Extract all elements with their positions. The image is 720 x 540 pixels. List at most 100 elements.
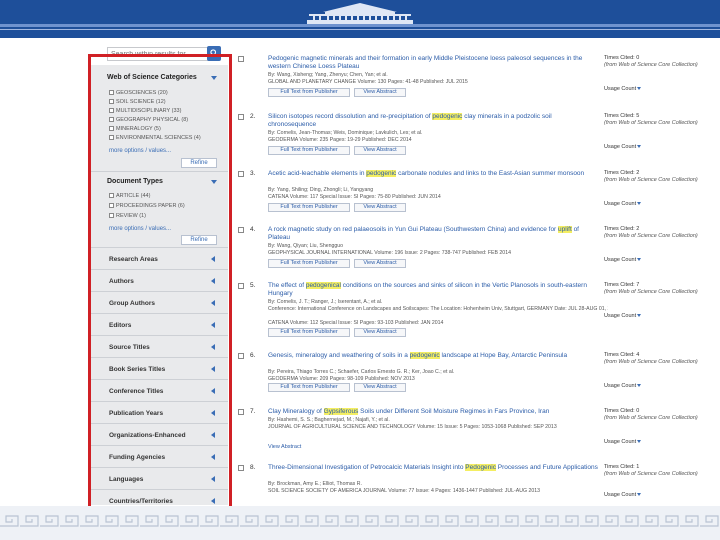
chevron-down-icon: [637, 258, 642, 261]
facet-heading-categories[interactable]: Web of Science Categories: [107, 74, 197, 81]
full-text-button[interactable]: Full Text from Publisher: [268, 203, 350, 212]
full-text-button[interactable]: Full Text from Publisher: [268, 88, 350, 97]
result-title[interactable]: Acetic acid-leachable elements in pedoge…: [268, 170, 598, 178]
result-byline: By: Pereira, Thiago Torres C.; Schaefer,…: [268, 369, 455, 375]
search-icon: [210, 49, 218, 57]
result-checkbox[interactable]: [238, 56, 244, 62]
result-title[interactable]: Genesis, mineralogy and weathering of so…: [268, 352, 598, 360]
refine-button[interactable]: Refine: [181, 235, 217, 245]
facet-editors[interactable]: Editors: [89, 313, 228, 335]
result-title[interactable]: A rock magnetic study on red palaeosoils…: [268, 226, 598, 242]
usage-count[interactable]: Usage Count: [604, 313, 642, 319]
times-cited[interactable]: Times Cited: 4 (from Web of Science Core …: [604, 352, 714, 365]
facet-source-titles[interactable]: Source Titles: [89, 335, 228, 357]
usage-count[interactable]: Usage Count: [604, 383, 642, 389]
facet-authors[interactable]: Authors: [89, 269, 228, 291]
building-icon: [307, 3, 413, 24]
times-cited[interactable]: Times Cited: 7 (from Web of Science Core …: [604, 282, 714, 295]
checkbox[interactable]: [109, 193, 114, 198]
result-checkbox[interactable]: [238, 171, 244, 177]
result-title[interactable]: Pedogenic magnetic minerals and their fo…: [268, 55, 598, 71]
times-cited[interactable]: Times Cited: 0 (from Web of Science Core …: [604, 408, 714, 421]
view-abstract-button[interactable]: View Abstract: [354, 328, 406, 337]
usage-count[interactable]: Usage Count: [604, 439, 642, 445]
facet-option[interactable]: GEOSCIENCES (20): [109, 90, 168, 96]
times-cited[interactable]: Times Cited: 1 (from Web of Science Core …: [604, 464, 714, 477]
full-text-button[interactable]: Full Text from Publisher: [268, 328, 350, 337]
result-number: 5.: [250, 282, 256, 289]
facet-option[interactable]: ARTICLE (44): [109, 193, 150, 199]
chevron-left-icon: [211, 454, 215, 460]
usage-count[interactable]: Usage Count: [604, 86, 642, 92]
chevron-left-icon: [211, 344, 215, 350]
result-conference: Conference: International Conference on …: [268, 306, 608, 312]
result-source: GEOPHYSICAL JOURNAL INTERNATIONAL Volume…: [268, 250, 511, 256]
facet-option[interactable]: ENVIRONMENTAL SCIENCES (4): [109, 135, 201, 141]
result-title[interactable]: Silicon isotopes record dissolution and …: [268, 113, 598, 129]
more-options-link[interactable]: more options / values...: [109, 226, 171, 232]
checkbox[interactable]: [109, 108, 114, 113]
more-options-link[interactable]: more options / values...: [109, 148, 171, 154]
search-button[interactable]: [207, 46, 221, 61]
times-cited[interactable]: Times Cited: 2 (from Web of Science Core …: [604, 226, 714, 239]
result-checkbox[interactable]: [238, 353, 244, 359]
full-text-button[interactable]: Full Text from Publisher: [268, 383, 350, 392]
view-abstract-button[interactable]: View Abstract: [268, 444, 320, 453]
view-abstract-button[interactable]: View Abstract: [354, 259, 406, 268]
facet-option[interactable]: SOIL SCIENCE (12): [109, 99, 166, 105]
checkbox[interactable]: [109, 90, 114, 95]
facet-option[interactable]: GEOGRAPHY PHYSICAL (8): [109, 117, 188, 123]
facet-conference-titles[interactable]: Conference Titles: [89, 379, 228, 401]
view-abstract-button[interactable]: View Abstract: [354, 146, 406, 155]
result-checkbox[interactable]: [238, 283, 244, 289]
times-cited[interactable]: Times Cited: 5 (from Web of Science Core …: [604, 113, 714, 126]
facet-organizations-enhanced[interactable]: Organizations-Enhanced: [89, 423, 228, 445]
facet-group-authors[interactable]: Group Authors: [89, 291, 228, 313]
result-checkbox[interactable]: [238, 465, 244, 471]
checkbox[interactable]: [109, 135, 114, 140]
chevron-left-icon: [211, 300, 215, 306]
view-abstract-button[interactable]: View Abstract: [354, 203, 406, 212]
checkbox[interactable]: [109, 203, 114, 208]
usage-count[interactable]: Usage Count: [604, 201, 642, 207]
chevron-down-icon[interactable]: [211, 76, 217, 80]
chevron-left-icon: [211, 388, 215, 394]
chevron-left-icon: [211, 256, 215, 262]
facet-book-series-titles[interactable]: Book Series Titles: [89, 357, 228, 379]
full-text-button[interactable]: Full Text from Publisher: [268, 259, 350, 268]
usage-count[interactable]: Usage Count: [604, 144, 642, 150]
result-checkbox[interactable]: [238, 114, 244, 120]
chevron-left-icon: [211, 476, 215, 482]
result-source: JOURNAL OF AGRICULTURAL SCIENCE AND TECH…: [268, 424, 557, 430]
view-abstract-button[interactable]: View Abstract: [354, 383, 406, 392]
chevron-down-icon[interactable]: [211, 180, 217, 184]
facet-option[interactable]: MULTIDISCIPLINARY (33): [109, 108, 181, 114]
times-cited[interactable]: Times Cited: 0 (from Web of Science Core …: [604, 55, 714, 68]
facet-heading-doctypes[interactable]: Document Types: [107, 178, 163, 185]
facet-option[interactable]: PROCEEDINGS PAPER (6): [109, 203, 185, 209]
facet-languages[interactable]: Languages: [89, 467, 228, 489]
times-cited[interactable]: Times Cited: 2 (from Web of Science Core …: [604, 170, 714, 183]
facet-research-areas[interactable]: Research Areas: [89, 247, 228, 269]
result-checkbox[interactable]: [238, 409, 244, 415]
checkbox[interactable]: [109, 213, 114, 218]
result-title[interactable]: Three-Dimensional Investigation of Petro…: [268, 464, 598, 472]
checkbox[interactable]: [109, 126, 114, 131]
facet-option[interactable]: MINERALOGY (5): [109, 126, 161, 132]
view-abstract-button[interactable]: View Abstract: [354, 88, 406, 97]
full-text-button[interactable]: Full Text from Publisher: [268, 146, 350, 155]
refine-button[interactable]: Refine: [181, 158, 217, 168]
facet-countries-territories[interactable]: Countries/Territories: [89, 489, 228, 505]
facet-funding-agencies[interactable]: Funding Agencies: [89, 445, 228, 467]
facet-option[interactable]: REVIEW (1): [109, 213, 146, 219]
usage-count[interactable]: Usage Count: [604, 257, 642, 263]
facet-publication-years[interactable]: Publication Years: [89, 401, 228, 423]
checkbox[interactable]: [109, 117, 114, 122]
chevron-down-icon: [637, 493, 642, 496]
result-checkbox[interactable]: [238, 227, 244, 233]
usage-count[interactable]: Usage Count: [604, 492, 642, 498]
result-title[interactable]: Clay Mineralogy of Gypsiferous Soils und…: [268, 408, 598, 416]
search-within-input[interactable]: [107, 47, 209, 61]
result-title[interactable]: The effect of pedogenical conditions on …: [268, 282, 598, 298]
checkbox[interactable]: [109, 99, 114, 104]
